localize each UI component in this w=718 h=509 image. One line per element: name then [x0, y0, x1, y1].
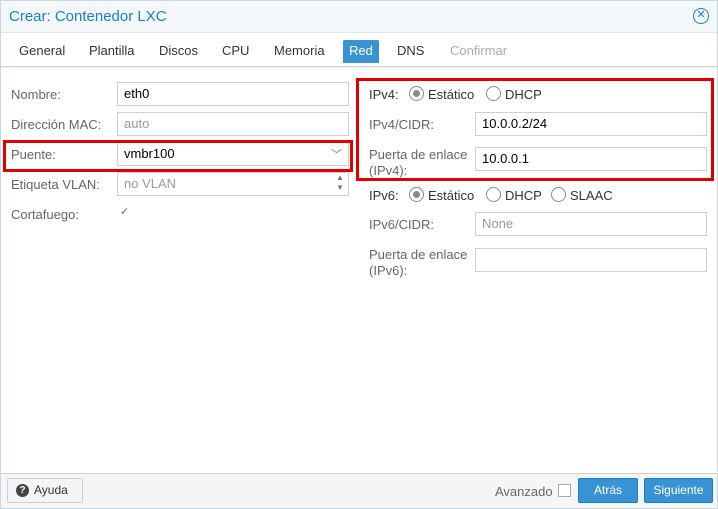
ipv6-static-label: Estático: [428, 188, 475, 203]
chevron-down-icon[interactable]: ﹀: [331, 144, 342, 166]
gw4-label-line2: (IPv4):: [369, 163, 408, 178]
spinner-icon[interactable]: ▲ ▼: [336, 173, 344, 193]
question-circle-icon: ?: [16, 484, 29, 497]
ipv6-slaac-radio[interactable]: [551, 187, 566, 202]
dialog-footer: ? Ayuda Avanzado Atrás Siguiente: [1, 473, 717, 508]
bridge-select[interactable]: vmbr100 ﹀: [117, 142, 349, 166]
ipv4-static-radio[interactable]: [409, 86, 424, 101]
ipv6-static-radio[interactable]: [409, 187, 424, 202]
tab-plantilla[interactable]: Plantilla: [83, 40, 141, 63]
firewall-label: Cortafuego:: [11, 207, 79, 222]
help-button[interactable]: ? Ayuda: [7, 478, 83, 503]
vlan-input[interactable]: no VLAN ▲ ▼: [117, 172, 349, 196]
tab-bar: General Plantilla Discos CPU Memoria Red…: [1, 33, 717, 67]
ipv4-label: IPv4:: [369, 87, 399, 102]
title-bar: Crear: Contenedor LXC ✕: [1, 1, 717, 33]
bridge-label: Puente:: [11, 147, 56, 162]
name-label: Nombre:: [11, 87, 61, 102]
tab-general[interactable]: General: [13, 40, 71, 63]
gw4-input[interactable]: 10.0.0.1: [475, 147, 707, 171]
help-label: Ayuda: [34, 483, 68, 497]
ipv4-static-label: Estático: [428, 87, 475, 102]
tab-red[interactable]: Red: [343, 40, 379, 63]
gw6-label-line2: (IPv6):: [369, 263, 408, 278]
tab-dns[interactable]: DNS: [391, 40, 430, 63]
firewall-checkbox[interactable]: ✓: [118, 207, 131, 220]
ipv4-dhcp-radio[interactable]: [486, 86, 501, 101]
advanced-label: Avanzado: [495, 484, 553, 499]
bridge-value: vmbr100: [124, 146, 175, 161]
ipv4-cidr-label: IPv4/CIDR:: [369, 117, 435, 132]
mac-label: Dirección MAC:: [11, 117, 102, 132]
ipv6-dhcp-label: DHCP: [505, 188, 542, 203]
dialog-title: Crear: Contenedor LXC: [9, 8, 167, 25]
network-form: Nombre: eth0 Dirección MAC: auto Puente:…: [1, 68, 717, 473]
name-input[interactable]: eth0: [117, 82, 349, 106]
tab-cpu[interactable]: CPU: [216, 40, 255, 63]
tab-discos[interactable]: Discos: [153, 40, 204, 63]
close-icon[interactable]: ✕: [693, 8, 709, 24]
mac-input[interactable]: auto: [117, 112, 349, 136]
ipv4-dhcp-label: DHCP: [505, 87, 542, 102]
gw4-label-line1: Puerta de enlace: [369, 147, 468, 162]
gw6-label-line1: Puerta de enlace: [369, 247, 468, 262]
vlan-label: Etiqueta VLAN:: [11, 177, 100, 192]
ipv4-cidr-input[interactable]: 10.0.0.2/24: [475, 112, 707, 136]
ipv6-cidr-input[interactable]: None: [475, 212, 707, 236]
ipv6-cidr-label: IPv6/CIDR:: [369, 217, 435, 232]
ipv6-slaac-label: SLAAC: [570, 188, 613, 203]
gw6-input[interactable]: [475, 248, 707, 272]
vlan-value: no VLAN: [124, 176, 177, 191]
create-lxc-dialog: Crear: Contenedor LXC ✕ General Plantill…: [0, 0, 718, 509]
ipv6-dhcp-radio[interactable]: [486, 187, 501, 202]
advanced-checkbox[interactable]: [558, 484, 571, 497]
tab-confirmar[interactable]: Confirmar: [444, 40, 513, 63]
back-button[interactable]: Atrás: [578, 478, 638, 503]
next-button[interactable]: Siguiente: [644, 478, 713, 503]
ipv6-label: IPv6:: [369, 188, 399, 203]
tab-memoria[interactable]: Memoria: [268, 40, 331, 63]
